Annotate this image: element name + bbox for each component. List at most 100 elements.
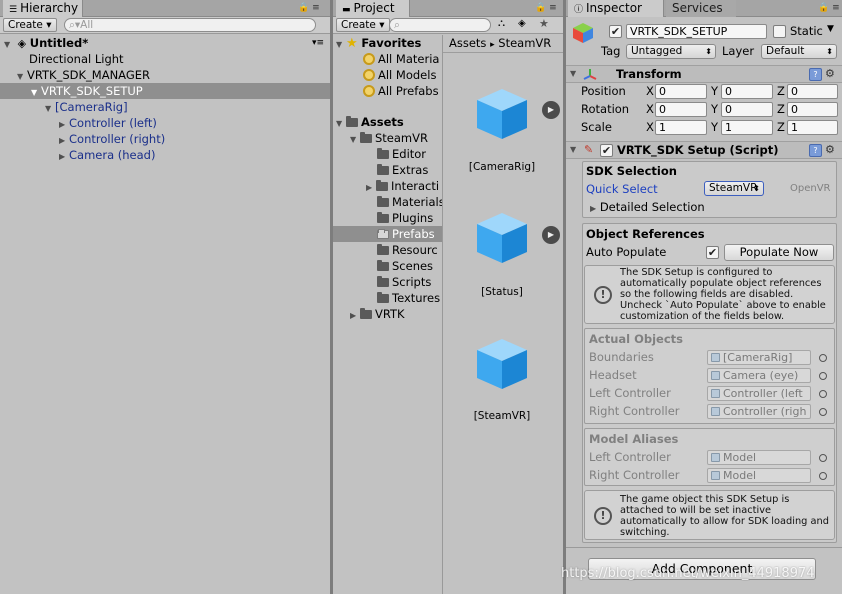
collapsed-triangle-icon[interactable]: ▶ bbox=[350, 308, 360, 324]
auto-populate-checkbox[interactable]: ✔ bbox=[706, 246, 719, 259]
inspector-lock-icon[interactable]: 🔒 ≡ bbox=[818, 3, 840, 13]
scale-x-field[interactable]: 1 bbox=[655, 120, 707, 135]
favorite-all-prefabs[interactable]: All Prefabs bbox=[333, 83, 443, 99]
scene-root-row[interactable]: ▼ ◈ Untitled* ▾≡ bbox=[0, 35, 330, 51]
rotation-y-field[interactable]: 0 bbox=[721, 102, 773, 117]
folder-resources[interactable]: Resourc bbox=[333, 242, 443, 258]
right-controller-model-label: Right Controller bbox=[589, 468, 680, 482]
auto-populate-help-box: ! The SDK Setup is configured to automat… bbox=[584, 265, 835, 324]
folder-scenes[interactable]: Scenes bbox=[333, 258, 443, 274]
folder-label: Interacti bbox=[391, 179, 440, 193]
static-checkbox[interactable] bbox=[773, 25, 786, 38]
favorites-row[interactable]: ▼ ★ Favorites bbox=[333, 35, 443, 51]
layer-dropdown[interactable]: Default ⬍ bbox=[761, 44, 837, 59]
scale-y-field[interactable]: 1 bbox=[721, 120, 773, 135]
item-label: Controller (left) bbox=[69, 116, 157, 130]
object-name-field[interactable]: VRTK_SDK_SETUP bbox=[626, 24, 767, 39]
hierarchy-panel: ☰ Hierarchy 🔒 ≡ Create ▾ ⌕▾All ▼ ◈ Untitl… bbox=[0, 0, 330, 594]
sdk-setup-header[interactable]: ▼ ✎ ✔ VRTK_SDK Setup (Script) ? ⚙ bbox=[566, 141, 842, 159]
axis-z-label: Z bbox=[777, 102, 785, 116]
hierarchy-item-directional-light[interactable]: Directional Light bbox=[0, 51, 330, 67]
filter-by-type-icon[interactable]: ⛬ bbox=[498, 18, 505, 29]
collapsed-triangle-icon[interactable]: ▶ bbox=[59, 149, 69, 165]
position-z-field[interactable]: 0 bbox=[787, 84, 838, 99]
folder-materials[interactable]: Materials bbox=[333, 194, 445, 210]
favorite-all-materials[interactable]: All Materia bbox=[333, 51, 443, 67]
hierarchy-item-controller-right[interactable]: ▶ Controller (right) bbox=[0, 131, 330, 147]
project-create-button[interactable]: Create ▾ bbox=[336, 18, 390, 32]
left-controller-model-label: Left Controller bbox=[589, 450, 671, 464]
expand-prefab-button[interactable]: ▶ bbox=[542, 101, 560, 119]
folder-plugins[interactable]: Plugins bbox=[333, 210, 443, 226]
script-enabled-checkbox[interactable]: ✔ bbox=[600, 144, 613, 157]
project-folder-tree: ▼ ★ Favorites All Materia All Models All … bbox=[333, 35, 445, 594]
headset-object-field: Camera (eye) bbox=[707, 368, 811, 383]
scene-menu-icon[interactable]: ▾≡ bbox=[312, 35, 324, 51]
hierarchy-lock-icon[interactable]: 🔒 ≡ bbox=[298, 3, 320, 13]
folder-editor[interactable]: Editor bbox=[333, 146, 443, 162]
hierarchy-create-button[interactable]: Create ▾ bbox=[3, 18, 57, 32]
breadcrumb-steamvr[interactable]: SteamVR bbox=[498, 36, 551, 50]
right-controller-model-field: Model bbox=[707, 468, 811, 483]
hierarchy-item-vrtk-sdk-setup[interactable]: ▼ VRTK_SDK_SETUP bbox=[0, 83, 330, 99]
prefab-cube-icon[interactable] bbox=[473, 85, 531, 143]
warning-info-icon: ! bbox=[594, 286, 612, 304]
folder-label: Plugins bbox=[392, 211, 434, 225]
position-x-field[interactable]: 0 bbox=[655, 84, 707, 99]
folder-steamvr[interactable]: ▼ SteamVR bbox=[333, 130, 443, 146]
project-lock-icon[interactable]: 🔒 ≡ bbox=[535, 3, 557, 13]
tab-services[interactable]: Services bbox=[666, 0, 736, 17]
expand-prefab-button[interactable]: ▶ bbox=[542, 226, 560, 244]
rotation-z-field[interactable]: 0 bbox=[787, 102, 838, 117]
right-controller-label: Right Controller bbox=[589, 404, 680, 418]
folder-icon bbox=[346, 116, 358, 127]
hierarchy-item-camerarig[interactable]: ▼ [CameraRig] bbox=[0, 99, 330, 115]
object-picker-icon bbox=[819, 408, 827, 416]
gameobject-icon bbox=[711, 471, 720, 480]
hierarchy-search-input[interactable]: ⌕▾All bbox=[64, 18, 316, 32]
assets-row[interactable]: ▼ Assets bbox=[333, 114, 443, 130]
scale-z-field[interactable]: 1 bbox=[787, 120, 838, 135]
folder-vrtk[interactable]: ▶ VRTK bbox=[333, 306, 443, 322]
hierarchy-item-camera-head[interactable]: ▶ Camera (head) bbox=[0, 147, 330, 163]
folder-textures[interactable]: Textures bbox=[333, 290, 443, 306]
tab-hierarchy[interactable]: ☰ Hierarchy bbox=[3, 0, 83, 17]
prefab-cube-icon[interactable] bbox=[473, 209, 531, 267]
quick-select-dropdown[interactable]: SteamVR ⬍ bbox=[704, 181, 764, 196]
favorite-star-icon[interactable]: ★ bbox=[539, 17, 549, 30]
active-checkbox[interactable]: ✔ bbox=[609, 25, 622, 38]
item-label: Directional Light bbox=[29, 52, 124, 66]
folder-interaction[interactable]: ▶ Interacti bbox=[333, 178, 443, 194]
inactive-help-text: The game object this SDK Setup is attach… bbox=[620, 494, 829, 538]
gear-icon[interactable]: ⚙ bbox=[825, 143, 835, 156]
folder-label: Materials bbox=[392, 195, 445, 209]
tab-inspector[interactable]: ⓘ Inspector bbox=[568, 0, 664, 17]
expand-triangle-icon[interactable]: ▼ bbox=[570, 69, 580, 78]
folder-extras[interactable]: Extras bbox=[333, 162, 443, 178]
actual-objects-box: Actual Objects Boundaries [CameraRig] He… bbox=[584, 328, 835, 424]
breadcrumb-assets[interactable]: Assets bbox=[449, 36, 486, 50]
populate-now-button[interactable]: Populate Now bbox=[724, 244, 834, 261]
folder-icon bbox=[376, 180, 388, 191]
rotation-x-field[interactable]: 0 bbox=[655, 102, 707, 117]
expand-triangle-icon[interactable]: ▼ bbox=[570, 145, 580, 154]
static-dropdown-icon[interactable]: ▼ bbox=[827, 24, 834, 34]
folder-scripts[interactable]: Scripts bbox=[333, 274, 443, 290]
project-search-input[interactable]: ⌕ bbox=[389, 18, 491, 32]
help-book-icon[interactable]: ? bbox=[809, 144, 822, 157]
detailed-selection-foldout[interactable]: ▶ Detailed Selection bbox=[590, 200, 705, 214]
filter-by-label-icon[interactable]: ◈ bbox=[518, 18, 526, 29]
transform-header[interactable]: ▼ Transform ? ⚙ bbox=[566, 65, 842, 83]
gear-icon[interactable]: ⚙ bbox=[825, 67, 835, 80]
tab-project[interactable]: ▬ Project bbox=[336, 0, 410, 17]
help-book-icon[interactable]: ? bbox=[809, 68, 822, 81]
position-y-field[interactable]: 0 bbox=[721, 84, 773, 99]
hierarchy-item-controller-left[interactable]: ▶ Controller (left) bbox=[0, 115, 330, 131]
prefab-cube-icon[interactable] bbox=[473, 335, 531, 393]
layer-value: Default bbox=[766, 45, 805, 57]
hierarchy-item-vrtk-sdk-manager[interactable]: ▼ VRTK_SDK_MANAGER bbox=[0, 67, 330, 83]
tag-dropdown[interactable]: Untagged ⬍ bbox=[626, 44, 716, 59]
favorite-all-models[interactable]: All Models bbox=[333, 67, 443, 83]
tab-services-label: Services bbox=[672, 1, 723, 15]
folder-prefabs[interactable]: Prefabs bbox=[333, 226, 443, 242]
